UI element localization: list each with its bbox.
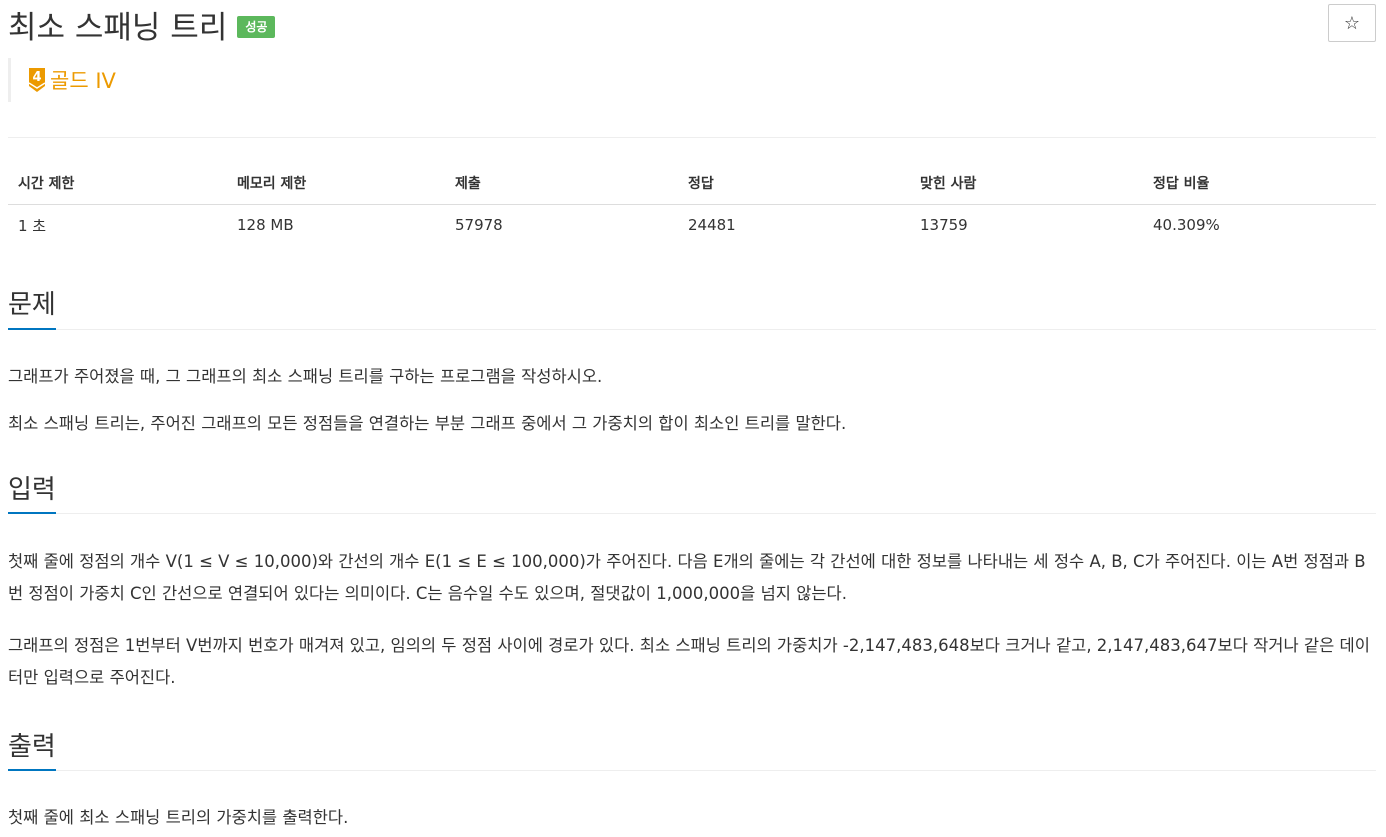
cell-memory-limit: 128 MB	[237, 216, 294, 235]
tier-label[interactable]: 골드 IV	[50, 65, 116, 95]
tier-box: 4 골드 IV	[8, 58, 116, 102]
section-rule	[8, 513, 1376, 514]
star-button[interactable]: ☆	[1328, 4, 1376, 42]
header-accepted: 정답	[678, 162, 910, 205]
section-rule	[8, 329, 1376, 330]
section-heading-problem: 문제	[8, 290, 56, 320]
table-row: 1 초 128 MB 57978 24481 13759 40.309%	[8, 204, 1376, 246]
header-memory-limit: 메모리 제한	[227, 162, 445, 205]
page-title: 최소 스패닝 트리	[8, 9, 228, 46]
section-accent	[8, 769, 56, 771]
cell-submissions[interactable]: 57978	[445, 204, 678, 246]
input-paragraph-2: 그래프의 정점은 1번부터 V번까지 번호가 매겨져 있고, 임의의 두 정점 …	[8, 636, 1370, 687]
cell-solvers[interactable]: 13759	[910, 204, 1143, 246]
header-time-limit: 시간 제한	[8, 162, 227, 205]
title-row: 최소 스패닝 트리 성공	[8, 2, 276, 46]
header-solvers: 맞힌 사람	[910, 162, 1143, 205]
gold-tier-icon: 4	[28, 68, 46, 92]
status-badge: 성공	[237, 16, 276, 38]
cell-ratio: 40.309%	[1153, 216, 1220, 235]
section-accent	[8, 512, 56, 514]
star-icon: ☆	[1343, 12, 1361, 34]
section-accent	[8, 328, 56, 330]
section-heading-output: 출력	[8, 732, 56, 762]
cell-accepted: 24481	[688, 216, 736, 235]
header-ratio: 정답 비율	[1143, 162, 1376, 205]
output-paragraph-1: 첫째 줄에 최소 스패닝 트리의 가중치를 출력한다.	[8, 808, 349, 827]
section-rule	[8, 770, 1376, 771]
input-paragraph-1: 첫째 줄에 정점의 개수 V(1 ≤ V ≤ 10,000)와 간선의 개수 E…	[8, 552, 1366, 603]
tier-level: 4	[32, 70, 41, 85]
cell-time-limit: 1 초	[18, 216, 47, 235]
table-header-row: 시간 제한 메모리 제한 제출 정답 맞힌 사람 정답 비율	[8, 162, 1376, 205]
problem-paragraph-1: 그래프가 주어졌을 때, 그 그래프의 최소 스패닝 트리를 구하는 프로그램을…	[8, 367, 603, 386]
section-heading-input: 입력	[8, 475, 56, 505]
divider	[8, 137, 1376, 138]
header-submissions: 제출	[445, 162, 678, 205]
problem-info-table: 시간 제한 메모리 제한 제출 정답 맞힌 사람 정답 비율 1 초 128 M…	[8, 162, 1376, 246]
problem-paragraph-2: 최소 스패닝 트리는, 주어진 그래프의 모든 정점들을 연결하는 부분 그래프…	[8, 414, 847, 433]
